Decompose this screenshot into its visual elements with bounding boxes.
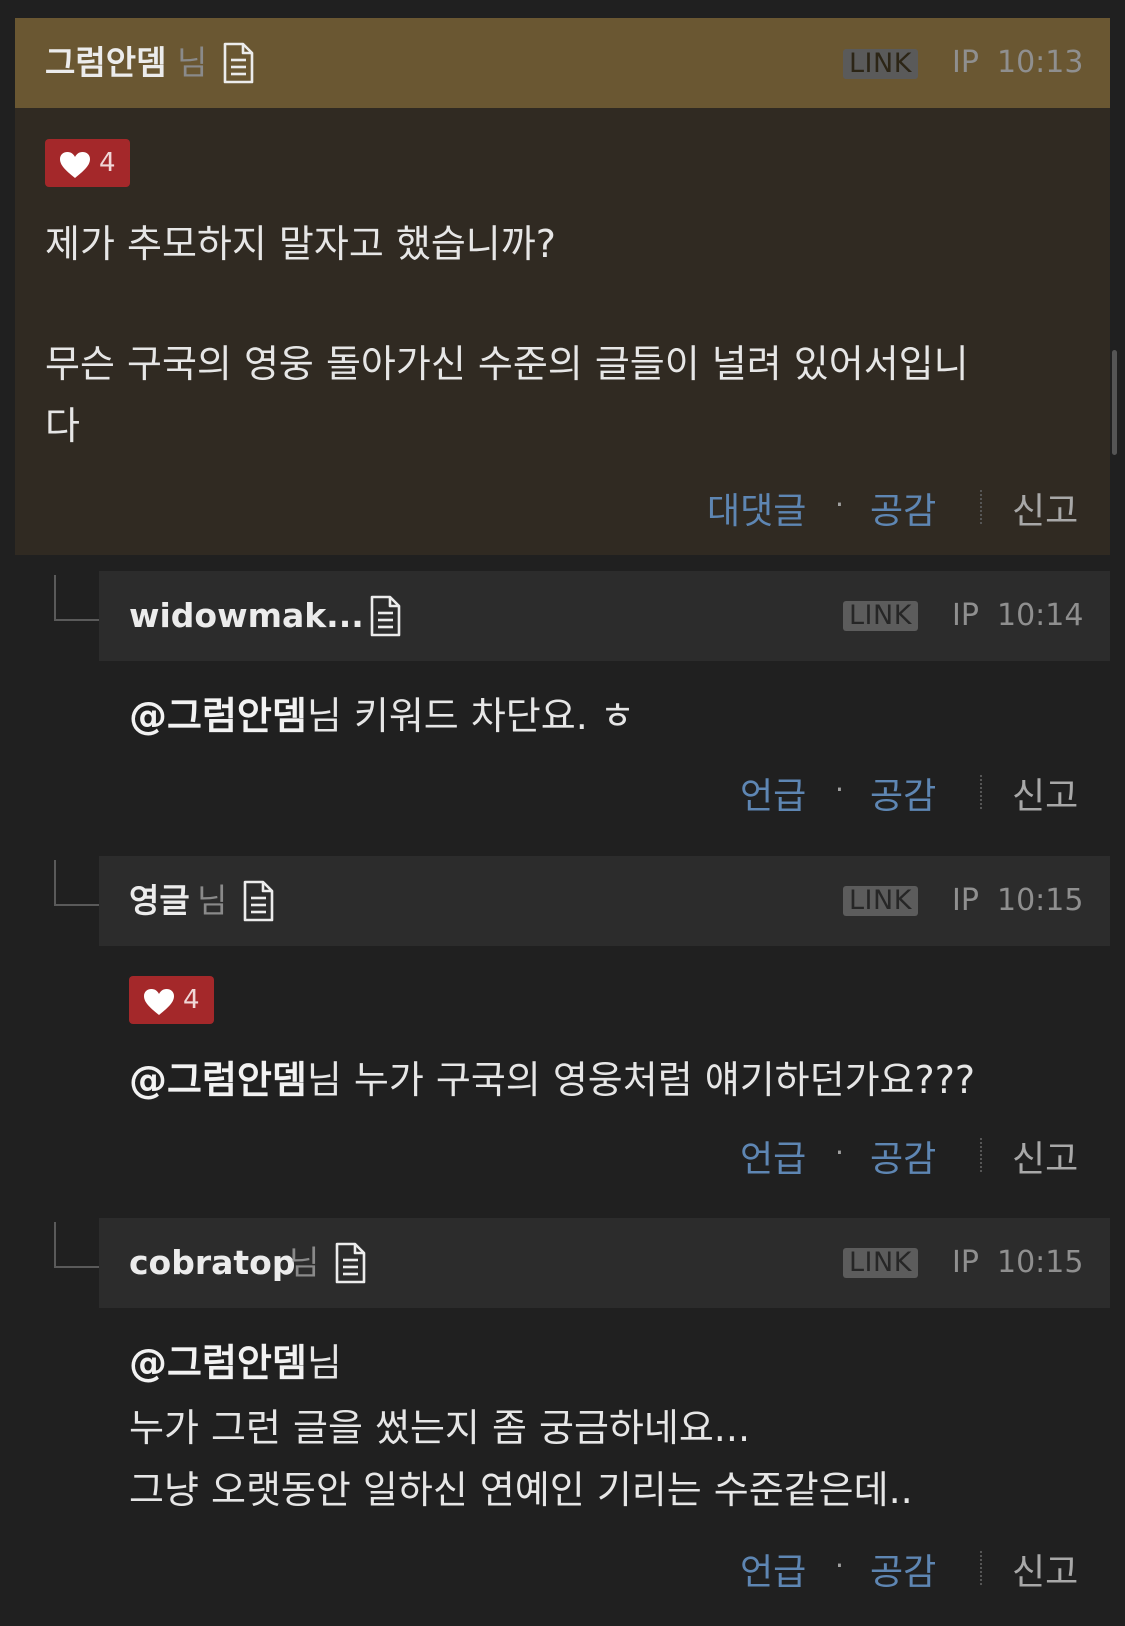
comment-text: 님: [306, 1341, 342, 1385]
link-badge[interactable]: LINK: [843, 1248, 918, 1278]
author-name[interactable]: widowmak...: [129, 571, 364, 661]
mention-button[interactable]: 언급: [740, 767, 806, 819]
comment-header: 그럼안뎀 님 LINK IP 10:13: [15, 18, 1110, 108]
like-button[interactable]: 공감: [870, 767, 936, 819]
ip-label: IP: [952, 45, 979, 80]
separator-dot: ·: [835, 1549, 844, 1582]
mention[interactable]: @그럼안뎀: [129, 1341, 307, 1385]
divider: [980, 1551, 982, 1585]
divider: [980, 490, 982, 524]
author-suffix: 님: [177, 43, 208, 82]
comment-body: 4 제가 추모하지 말자고 했습니까? 무슨 구국의 영웅 돌아가신 수준의 글…: [15, 108, 1110, 555]
comment-text-line: 그냥 오랫동안 일하신 연예인 기리는 수준같은데..: [129, 1468, 913, 1512]
comment-time: 10:15: [997, 1245, 1084, 1280]
ip-label: IP: [952, 598, 979, 633]
like-badge: 4: [129, 976, 214, 1024]
comment-text: 님 누가 구국의 영웅처럼 얘기하던가요???: [306, 1058, 976, 1102]
report-button[interactable]: 신고: [1012, 1543, 1078, 1595]
comment-text-line: 다: [45, 404, 80, 448]
reply-connector: [54, 1222, 100, 1268]
comment-text-line: @그럼안뎀님 키워드 차단요. ㅎ: [129, 686, 635, 746]
reply-header: 영글 님 LINK IP 10:15: [99, 856, 1110, 946]
document-icon[interactable]: [369, 595, 401, 637]
comment-text-line: 제가 추모하지 말자고 했습니까?: [45, 222, 556, 266]
link-badge[interactable]: LINK: [843, 49, 918, 79]
scrollbar[interactable]: [1112, 350, 1117, 455]
ip-label: IP: [952, 883, 979, 918]
like-button[interactable]: 공감: [870, 1130, 936, 1182]
mention-button[interactable]: 언급: [740, 1543, 806, 1595]
reply-connector: [54, 860, 100, 906]
document-icon[interactable]: [334, 1242, 366, 1284]
like-button[interactable]: 공감: [870, 482, 936, 534]
reply-button[interactable]: 대댓글: [707, 482, 806, 534]
report-button[interactable]: 신고: [1012, 482, 1078, 534]
author-name[interactable]: 영글: [129, 856, 190, 946]
comment-text-line: 누가 그런 글을 썼는지 좀 궁금하네요...: [129, 1406, 751, 1450]
heart-icon: [59, 151, 91, 179]
comment-text-line: @그럼안뎀님 누가 구국의 영웅처럼 얘기하던가요???: [129, 1050, 975, 1110]
separator-dot: ·: [835, 488, 844, 521]
report-button[interactable]: 신고: [1012, 767, 1078, 819]
mention-button[interactable]: 언급: [740, 1130, 806, 1182]
heart-icon: [143, 988, 175, 1016]
comment-text-line: 무슨 구국의 영웅 돌아가신 수준의 글들이 널려 있어서입니: [45, 342, 969, 386]
separator-dot: ·: [835, 1136, 844, 1169]
report-button[interactable]: 신고: [1012, 1130, 1078, 1182]
author-suffix: 님: [289, 1243, 320, 1282]
author-name[interactable]: cobratop: [129, 1218, 295, 1308]
link-badge[interactable]: LINK: [843, 886, 918, 916]
like-button[interactable]: 공감: [870, 1543, 936, 1595]
link-badge[interactable]: LINK: [843, 601, 918, 631]
comment-time: 10:14: [997, 598, 1084, 633]
like-badge: 4: [45, 139, 130, 187]
reply-connector: [54, 575, 100, 621]
comment-text: 님 키워드 차단요. ㅎ: [306, 694, 635, 738]
document-icon[interactable]: [242, 880, 274, 922]
comment-time: 10:13: [997, 45, 1084, 80]
ip-label: IP: [952, 1245, 979, 1280]
comment-text-line: @그럼안뎀님: [129, 1333, 342, 1393]
author-suffix: 님: [197, 881, 228, 920]
separator-dot: ·: [835, 773, 844, 806]
author-name[interactable]: 그럼안뎀: [45, 18, 166, 108]
mention[interactable]: @그럼안뎀: [129, 694, 307, 738]
document-icon[interactable]: [222, 42, 254, 84]
like-count: 4: [183, 985, 200, 1015]
comment-time: 10:15: [997, 883, 1084, 918]
divider: [980, 775, 982, 809]
reply-header: widowmak... LINK IP 10:14: [99, 571, 1110, 661]
mention[interactable]: @그럼안뎀: [129, 1058, 307, 1102]
reply-header: cobratop 님 LINK IP 10:15: [99, 1218, 1110, 1308]
divider: [980, 1138, 982, 1172]
like-count: 4: [99, 148, 116, 178]
